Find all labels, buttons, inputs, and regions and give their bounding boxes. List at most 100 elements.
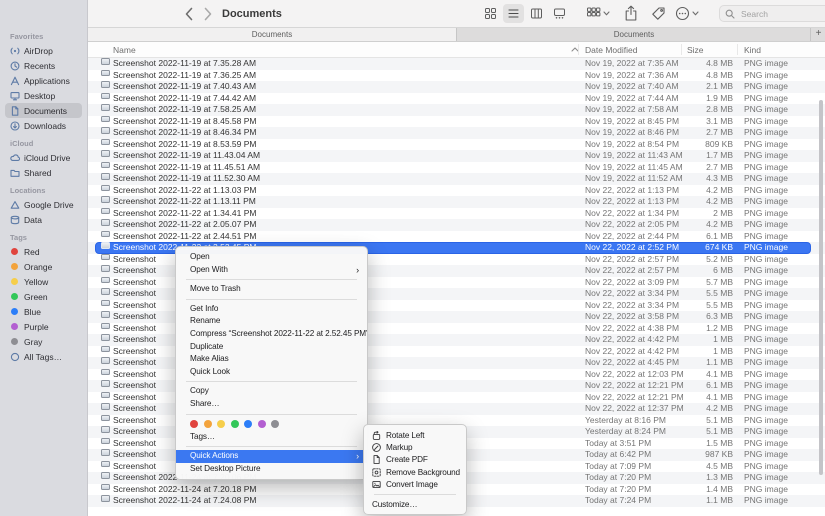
- menu-item-quick-actions[interactable]: Quick Actions›: [176, 450, 367, 463]
- sidebar-item-documents[interactable]: Documents: [5, 103, 82, 118]
- sidebar-item-tag-green[interactable]: Green: [5, 289, 82, 304]
- table-row[interactable]: Screenshot 2022-11-19 at 7.44.42 AMNov 1…: [88, 93, 825, 105]
- file-thumbnail-icon: [101, 369, 110, 376]
- back-button[interactable]: [182, 6, 197, 22]
- sidebar-item-desktop[interactable]: Desktop: [5, 88, 82, 103]
- search-field[interactable]: [719, 5, 825, 22]
- more-button[interactable]: [675, 4, 699, 23]
- sidebar-item-tag-yellow[interactable]: Yellow: [5, 274, 82, 289]
- file-size: 4.2 MB: [706, 185, 733, 197]
- sidebar-item-label: Green: [24, 292, 48, 302]
- sidebar-item-shared[interactable]: Shared: [5, 165, 82, 180]
- column-name[interactable]: Name: [113, 45, 136, 55]
- table-row[interactable]: Screenshot 2022-11-19 at 7.58.25 AMNov 1…: [88, 104, 825, 116]
- menu-item-rename[interactable]: Rename: [176, 315, 367, 328]
- menu-separator: [186, 414, 357, 415]
- file-date-modified: Nov 22, 2022 at 2:44 PM: [585, 231, 679, 243]
- table-row[interactable]: Screenshot 2022-11-22 at 1.34.41 PMNov 2…: [88, 208, 825, 220]
- column-size[interactable]: Size: [687, 45, 704, 55]
- sidebar-item-tag-blue[interactable]: Blue: [5, 304, 82, 319]
- menu-item-get-info[interactable]: Get Info: [176, 303, 367, 316]
- menu-item-set-desktop-picture[interactable]: Set Desktop Picture: [176, 463, 367, 476]
- file-thumbnail-icon: [101, 208, 110, 215]
- menu-item-tags[interactable]: Tags…: [176, 431, 367, 444]
- list-view-button[interactable]: [503, 4, 524, 23]
- submenu-item-create-pdf[interactable]: Create PDF: [364, 454, 466, 466]
- menu-item-open[interactable]: Open: [176, 251, 367, 264]
- menu-item-make-alias[interactable]: Make Alias: [176, 353, 367, 366]
- column-kind[interactable]: Kind: [744, 45, 761, 55]
- tag-dot-icon[interactable]: [244, 420, 252, 428]
- table-row[interactable]: Screenshot 2022-11-19 at 8.45.58 PMNov 1…: [88, 116, 825, 128]
- table-row[interactable]: Screenshot 2022-11-19 at 7.35.28 AMNov 1…: [88, 58, 825, 70]
- search-input[interactable]: [739, 8, 825, 20]
- menu-item-share[interactable]: Share…: [176, 398, 367, 411]
- sidebar-item-google-drive[interactable]: Google Drive: [5, 197, 82, 212]
- tag-dot-icon[interactable]: [190, 420, 198, 428]
- forward-button[interactable]: [200, 6, 215, 22]
- group-button[interactable]: [586, 4, 610, 23]
- file-kind: PNG image: [744, 219, 788, 231]
- column-view-button[interactable]: [526, 4, 547, 23]
- table-row[interactable]: Screenshot 2022-11-19 at 8.53.59 PMNov 1…: [88, 139, 825, 151]
- file-kind: PNG image: [744, 139, 788, 151]
- sidebar-item-tag-gray[interactable]: Gray: [5, 334, 82, 349]
- table-row[interactable]: Screenshot 2022-11-22 at 2.05.07 PMNov 2…: [88, 219, 825, 231]
- tag-dot-icon[interactable]: [258, 420, 266, 428]
- new-tab-button[interactable]: +: [810, 28, 825, 41]
- sidebar-item-airdrop[interactable]: AirDrop: [5, 43, 82, 58]
- table-row[interactable]: Screenshot 2022-11-19 at 7.40.43 AMNov 1…: [88, 81, 825, 93]
- table-row[interactable]: Screenshot 2022-11-22 at 2.44.51 PMNov 2…: [88, 231, 825, 243]
- file-date-modified: Nov 19, 2022 at 7:40 AM: [585, 81, 679, 93]
- share-button[interactable]: [624, 4, 638, 23]
- menu-item-copy[interactable]: Copy: [176, 385, 367, 398]
- sidebar-item-tag-orange[interactable]: Orange: [5, 259, 82, 274]
- table-row[interactable]: Screenshot 2022-11-19 at 11.43.04 AMNov …: [88, 150, 825, 162]
- gallery-view-button[interactable]: [549, 4, 570, 23]
- vertical-scrollbar[interactable]: [819, 100, 823, 475]
- menu-item-quick-look[interactable]: Quick Look: [176, 366, 367, 379]
- tag-button[interactable]: [651, 4, 666, 23]
- table-row[interactable]: Screenshot 2022-11-22 at 1.13.11 PMNov 2…: [88, 196, 825, 208]
- tab-documents-active[interactable]: Documents: [88, 28, 456, 41]
- sidebar-item-label: Purple: [24, 322, 49, 332]
- sidebar-item-downloads[interactable]: Downloads: [5, 118, 82, 133]
- sidebar-item-label: iCloud Drive: [24, 153, 70, 163]
- menu-item-duplicate[interactable]: Duplicate: [176, 341, 367, 354]
- tag-dot-icon[interactable]: [271, 420, 279, 428]
- table-row[interactable]: Screenshot 2022-11-19 at 11.45.51 AMNov …: [88, 162, 825, 174]
- sidebar-section-title-icloud: iCloud: [0, 133, 87, 150]
- menu-item-compress-screenshot-2022-11-22-at-2-52-45-pm[interactable]: Compress “Screenshot 2022-11-22 at 2.52.…: [176, 328, 367, 341]
- sidebar-item-applications[interactable]: Applications: [5, 73, 82, 88]
- sidebar-item-tag-purple[interactable]: Purple: [5, 319, 82, 334]
- sidebar-item-data[interactable]: Data: [5, 212, 82, 227]
- sidebar-item-all-tags[interactable]: All Tags…: [5, 349, 82, 364]
- file-name: Screenshot: [113, 254, 156, 266]
- table-row[interactable]: Screenshot 2022-11-19 at 8.46.34 PMNov 1…: [88, 127, 825, 139]
- column-date-modified[interactable]: Date Modified: [585, 45, 637, 55]
- sidebar-item-icloud-drive[interactable]: iCloud Drive: [5, 150, 82, 165]
- file-name: Screenshot: [113, 311, 156, 323]
- submenu-item-customize[interactable]: Customize…: [364, 498, 466, 510]
- tag-dot-icon[interactable]: [217, 420, 225, 428]
- tab-documents-inactive[interactable]: Documents: [456, 28, 811, 41]
- icon-view-button[interactable]: [480, 4, 501, 23]
- sidebar-item-tag-red[interactable]: Red: [5, 244, 82, 259]
- submenu-item-label: Customize…: [372, 500, 417, 509]
- tag-dot-icon[interactable]: [231, 420, 239, 428]
- tag-dot-icon[interactable]: [204, 420, 212, 428]
- table-row[interactable]: Screenshot 2022-11-19 at 7.36.25 AMNov 1…: [88, 70, 825, 82]
- table-row[interactable]: Screenshot 2022-11-22 at 1.13.03 PMNov 2…: [88, 185, 825, 197]
- tag-orange-dot-icon: [9, 263, 20, 270]
- submenu-chevron-icon: ›: [356, 450, 359, 463]
- submenu-item-rotate-left[interactable]: Rotate Left: [364, 429, 466, 441]
- submenu-item-remove-background[interactable]: Remove Background: [364, 466, 466, 478]
- submenu-item-convert-image[interactable]: Convert Image: [364, 479, 466, 491]
- submenu-item-markup[interactable]: Markup: [364, 441, 466, 453]
- menu-item-open-with[interactable]: Open With›: [176, 264, 367, 277]
- table-row[interactable]: Screenshot 2022-11-19 at 11.52.30 AMNov …: [88, 173, 825, 185]
- file-date-modified: Nov 19, 2022 at 8:54 PM: [585, 139, 679, 151]
- sidebar-item-recents[interactable]: Recents: [5, 58, 82, 73]
- menu-item-move-to-trash[interactable]: Move to Trash: [176, 283, 367, 296]
- file-size: 4.8 MB: [706, 58, 733, 70]
